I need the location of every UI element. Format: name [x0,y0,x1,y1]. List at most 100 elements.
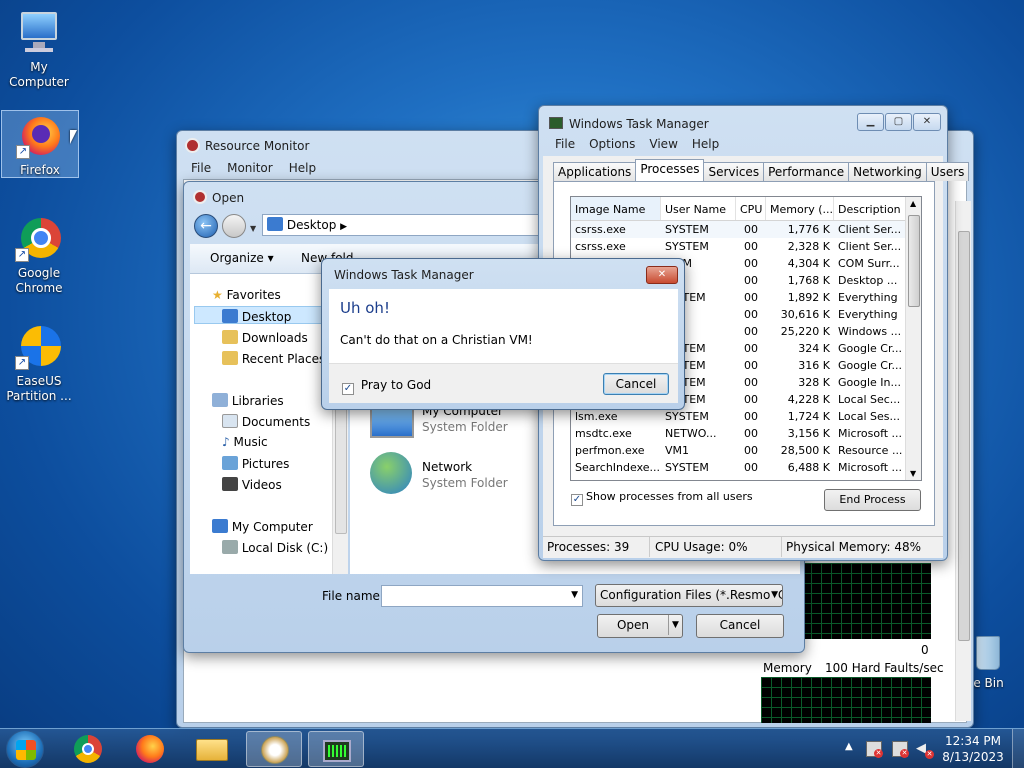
process-list-scrollbar[interactable]: ▲ ▼ [905,197,921,480]
check-icon: ✓ [342,383,354,395]
desktop-icon-easeus[interactable]: ↗ EaseUS Partition ... [0,322,78,404]
column-image-name[interactable]: Image Name [571,197,661,220]
menu-help[interactable]: Help [289,161,316,175]
menu-monitor[interactable]: Monitor [227,161,273,175]
tab-applications[interactable]: Applications [553,162,637,181]
taskbar-firefox[interactable] [122,731,178,767]
tab-services[interactable]: Services [703,162,765,181]
table-cell: Windows ... [838,325,902,338]
tab-networking[interactable]: Networking [848,162,927,181]
table-cell: Desktop ... [838,274,898,287]
graph-hard-faults-label: 100 Hard Faults/sec [825,661,944,675]
nav-recent-places[interactable]: Recent Places [222,351,325,366]
column-description[interactable]: Description [834,197,906,220]
chevron-down-icon[interactable]: ▼ [668,615,682,635]
action-center-flag-icon[interactable]: ✕ [866,741,883,758]
dialog-cancel-button[interactable]: Cancel [603,373,669,395]
table-cell: 30,616 K [780,308,830,321]
back-button[interactable]: ← [194,214,218,238]
table-cell: 25,220 K [780,325,830,338]
desktop-icon-my-computer[interactable]: My Computer [0,8,78,90]
nav-desktop[interactable]: Desktop [222,309,291,324]
menu-options[interactable]: Options [589,137,635,151]
menu-help[interactable]: Help [692,137,719,151]
table-row[interactable]: SearchIndexe... SYSTEM 00 6,488 K Microsoft … [571,459,921,476]
clock[interactable]: 12:34 PM 8/13/2023 [940,733,1006,765]
nav-favorites[interactable]: ★ Favorites [212,288,281,302]
column-memory[interactable]: Memory (... [766,197,834,220]
table-row[interactable]: perfmon.exe VM1 00 28,500 K Resource ... [571,442,921,459]
nav-videos[interactable]: Videos [222,477,282,492]
chevron-down-icon[interactable]: ▼ [571,590,578,600]
chevron-up-icon[interactable]: ▲ [910,199,916,208]
nav-local-disk[interactable]: Local Disk (C:) [222,540,328,555]
volume-icon[interactable]: ◀ ✕ [916,741,934,759]
table-cell: 00 [744,393,758,406]
table-row[interactable]: csrss.exe SYSTEM 00 2,328 K Client Ser... [571,238,921,255]
table-row[interactable]: lsm.exe SYSTEM 00 1,724 K Local Ses... [571,408,921,425]
computer-icon [15,8,63,56]
window-title: Resource Monitor [205,139,310,153]
item-network[interactable]: Network System Folder [370,450,530,494]
cancel-button[interactable]: Cancel [696,614,784,638]
table-cell: SYSTEM [665,461,709,474]
recent-pages-chevron-icon[interactable]: ▼ [250,224,256,233]
tab-users[interactable]: Users [925,162,970,181]
show-all-users-checkbox[interactable]: ✓ Show processes from all users [571,490,753,506]
taskbar-explorer[interactable] [184,731,240,767]
desktop-icon-chrome[interactable]: ↗ Google Chrome [0,214,78,296]
taskbar-task-manager[interactable] [308,731,364,767]
tab-performance[interactable]: Performance [763,162,850,181]
documents-icon [222,414,238,428]
filename-input[interactable]: ▼ [381,585,583,607]
nav-pictures[interactable]: Pictures [222,456,289,471]
error-dialog[interactable]: Windows Task Manager ✕ Uh oh! Can't do t… [321,258,685,410]
chrome-icon [74,735,102,763]
easeus-icon: ↗ [15,322,63,370]
resmon-scrollbar[interactable] [955,201,971,721]
table-row[interactable]: csrss.exe SYSTEM 00 1,776 K Client Ser... [571,221,921,238]
show-hidden-icons-chevron-icon[interactable]: ▲ [845,741,853,752]
nav-libraries[interactable]: Libraries [212,393,284,408]
column-cpu[interactable]: CPU [736,197,766,220]
dialog-heading: Uh oh! [340,299,390,317]
taskbar-resource-monitor[interactable] [246,731,302,767]
table-cell: 00 [744,274,758,287]
taskbar-chrome[interactable] [60,731,116,767]
table-cell: 00 [744,223,758,236]
recycle-bin-icon [974,632,1004,672]
organize-button[interactable]: Organize ▾ [210,251,274,265]
pray-to-god-checkbox[interactable]: ✓ Pray to God [342,378,431,395]
forward-button[interactable] [222,214,246,238]
nav-music[interactable]: ♪ Music [222,435,268,449]
show-desktop-button[interactable] [1012,729,1024,768]
close-button[interactable]: ✕ [913,113,941,131]
tab-processes[interactable]: Processes [635,159,705,181]
desktop-icon-firefox[interactable]: ↗ Firefox [1,110,79,178]
nav-downloads[interactable]: Downloads [222,330,308,345]
computer-icon [370,406,414,438]
nav-documents[interactable]: Documents [222,414,310,429]
menu-file[interactable]: File [555,137,575,151]
table-cell: 00 [744,444,758,457]
table-cell: 1,776 K [787,223,830,236]
firefox-icon [136,735,164,763]
menu-file[interactable]: File [191,161,211,175]
table-row[interactable]: msdtc.exe NETWO... 00 3,156 K Microsoft ... [571,425,921,442]
start-button[interactable] [6,730,44,768]
close-button[interactable]: ✕ [646,266,678,284]
table-cell: 00 [744,461,758,474]
chevron-down-icon[interactable]: ▼ [910,469,916,478]
open-button[interactable]: Open ▼ [597,614,683,638]
menu-view[interactable]: View [649,137,677,151]
end-process-button[interactable]: End Process [824,489,921,511]
minimize-button[interactable]: ▁ [857,113,884,131]
network-icon[interactable]: ✕ [892,741,909,758]
table-cell: Microsoft ... [838,461,903,474]
nav-my-computer[interactable]: My Computer [212,519,313,534]
maximize-button[interactable]: ▢ [885,113,912,131]
filetype-select[interactable]: Configuration Files (*.ResmonC ▼ [595,584,783,607]
column-user-name[interactable]: User Name [661,197,736,220]
scrollbar-thumb[interactable] [908,215,920,307]
table-cell: 00 [744,410,758,423]
